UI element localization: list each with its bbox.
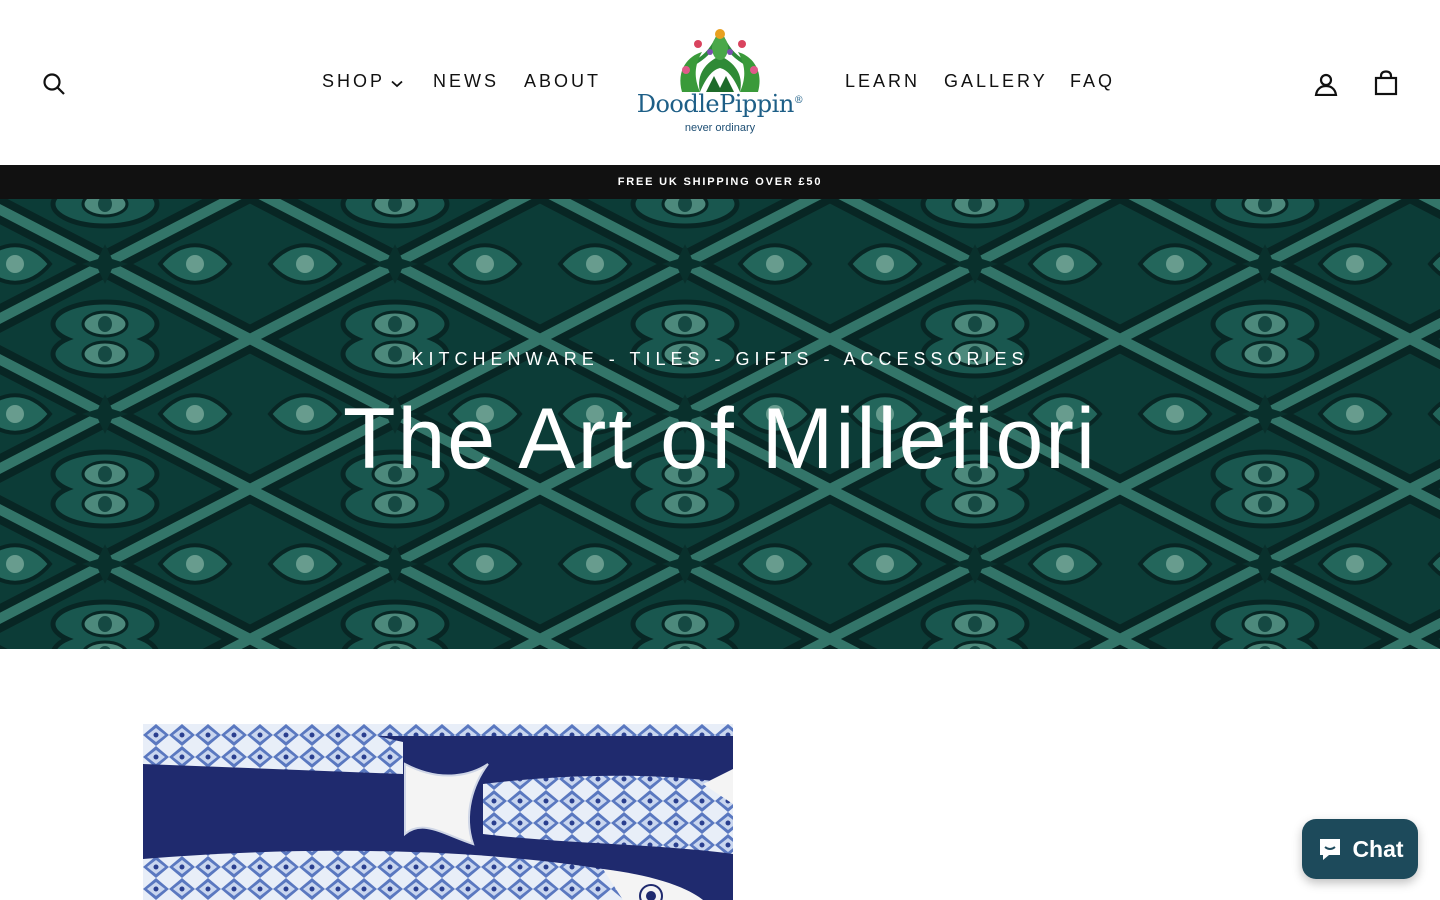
announcement-text: FREE UK SHIPPING OVER £50	[617, 176, 823, 188]
nav-gallery-label: GALLERY	[944, 71, 1048, 91]
logo-registered: ®	[793, 95, 804, 106]
chat-button[interactable]: Chat	[1302, 819, 1418, 879]
nav-shop[interactable]: SHOP	[322, 70, 403, 93]
sardine-illustration	[143, 724, 733, 900]
chat-label: Chat	[1352, 835, 1404, 862]
nav-news[interactable]: NEWS	[433, 70, 499, 92]
hero-title: The Art of Millefiori	[342, 391, 1098, 487]
logo-wordmark: DoodlePippin®	[636, 90, 804, 118]
nav-about-label: ABOUT	[524, 71, 602, 91]
announcement-bar: FREE UK SHIPPING OVER £50	[0, 165, 1440, 199]
nav-shop-label: SHOP	[322, 71, 386, 91]
chat-bubble-icon	[1316, 835, 1344, 863]
chevron-down-icon	[391, 71, 403, 93]
hero-subtitle: KITCHENWARE - TILES - GIFTS - ACCESSORIE…	[411, 349, 1029, 369]
logo-name: DoodlePippin	[636, 90, 795, 118]
logo-emblem	[680, 29, 760, 92]
logo-tagline: never ordinary	[684, 122, 756, 134]
nav-about[interactable]: ABOUT	[524, 70, 601, 92]
nav-gallery[interactable]: GALLERY	[944, 70, 1048, 92]
product-image-sardines[interactable]	[143, 724, 733, 900]
nav-learn-label: LEARN	[845, 71, 921, 91]
nav-faq-label: FAQ	[1070, 71, 1116, 91]
account-icon[interactable]	[1312, 70, 1340, 98]
cart-icon[interactable]	[1372, 68, 1400, 98]
site-logo[interactable]: DoodlePippin® never ordinary	[636, 26, 804, 138]
nav-news-label: NEWS	[433, 71, 499, 91]
hero-banner: KITCHENWARE - TILES - GIFTS - ACCESSORIE…	[0, 199, 1440, 649]
nav-learn[interactable]: LEARN	[845, 70, 920, 92]
nav-faq[interactable]: FAQ	[1070, 70, 1115, 92]
site-header: SHOP NEWS ABOUT DoodlePippin® never ordi…	[0, 0, 1440, 165]
search-icon[interactable]	[40, 70, 68, 98]
